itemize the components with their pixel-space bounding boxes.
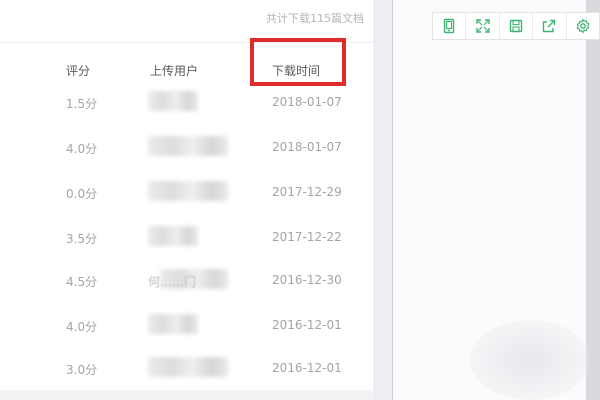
column-header-rating[interactable]: 评分 [66,62,90,79]
reader-toolbar [432,12,600,40]
rating-cell: 4.0分 [66,320,98,334]
tablet-view-button[interactable] [433,13,467,39]
download-count-summary: 共计下载115篇文档 [266,12,364,25]
table-row[interactable]: 3.0分 2016-12-01 [0,355,373,385]
panel-gutter [373,0,393,400]
uploader-blurred [148,226,198,246]
screenshot-viewport: 共计下载115篇文档 评分 上传用户 下载时间 1.5分 2018-01-07 … [0,0,600,400]
share-icon [543,19,556,33]
rating-cell: 3.0分 [66,363,98,377]
uploader-blurred [148,357,228,377]
download-date-cell: 2017-12-29 [272,185,342,199]
rating-cell: 4.5分 [66,275,98,289]
tablet-icon [444,18,455,34]
table-row[interactable]: 4.5分 何……门 2016-12-30 [0,267,373,297]
table-row[interactable]: 3.5分 2017-12-22 [0,224,373,254]
download-date-cell: 2018-01-07 [272,140,342,154]
download-date-cell: 2016-12-01 [272,318,342,332]
save-icon [509,19,523,33]
fullscreen-button[interactable] [466,13,500,39]
background-glow [470,320,590,400]
highlight-annotation-box [250,38,346,86]
download-date-cell: 2016-12-01 [272,361,342,375]
uploader-blurred [148,181,228,201]
uploader-blurred [148,136,228,156]
settings-button[interactable] [567,13,599,39]
download-date-cell: 2016-12-30 [272,273,342,287]
table-row[interactable]: 1.5分 2018-01-07 [0,89,373,119]
panel-bottom-edge [0,390,373,400]
uploader-blurred [148,91,198,111]
table-row[interactable]: 4.0分 2016-12-01 [0,312,373,342]
rating-cell: 0.0分 [66,187,98,201]
share-button[interactable] [533,13,567,39]
table-row[interactable]: 0.0分 2017-12-29 [0,179,373,209]
rating-cell: 1.5分 [66,97,98,111]
uploader-blurred [148,314,198,334]
settings-icon [576,18,590,34]
uploader-cell: 何……门 [148,275,197,289]
column-header-uploader[interactable]: 上传用户 [150,62,198,79]
download-date-cell: 2018-01-07 [272,95,342,109]
save-button[interactable] [500,13,534,39]
right-edge-shadow [586,0,600,400]
rating-cell: 3.5分 [66,232,98,246]
rating-cell: 4.0分 [66,142,98,156]
table-row[interactable]: 4.0分 2018-01-07 [0,134,373,164]
panel-header: 共计下载115篇文档 [0,0,373,43]
download-date-cell: 2017-12-22 [272,230,342,244]
fullscreen-icon [475,19,490,33]
